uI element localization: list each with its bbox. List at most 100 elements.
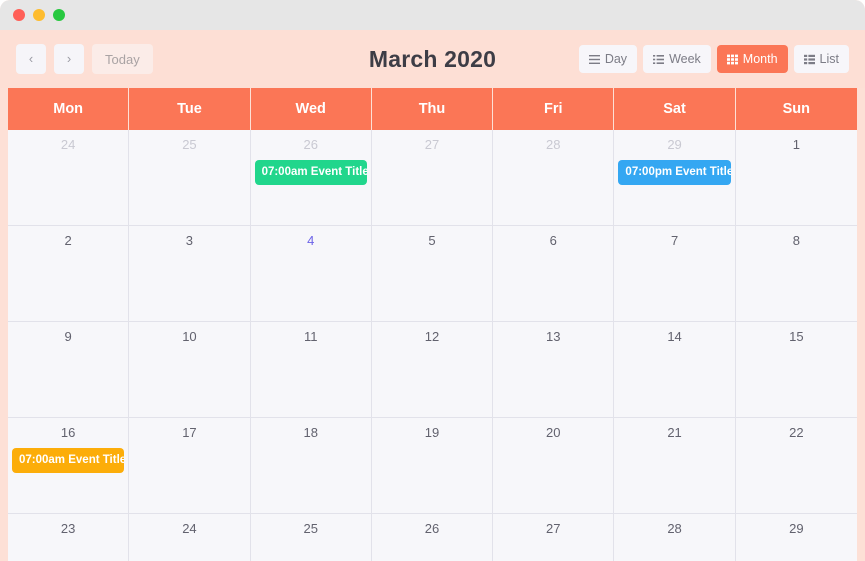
grid-icon xyxy=(726,54,738,65)
next-month-button[interactable]: › xyxy=(54,44,84,74)
weekday-header-wed: Wed xyxy=(250,88,372,130)
view-button-week[interactable]: Week xyxy=(643,45,711,73)
day-number: 27 xyxy=(546,521,561,536)
day-cell[interactable]: 26 07:00am Event Title F xyxy=(250,130,372,226)
app-window: ‹ › Today March 2020 Day Week Month List… xyxy=(0,0,865,561)
day-cell[interactable]: 12 xyxy=(371,322,494,418)
view-button-list-label: List xyxy=(819,52,839,66)
day-number: 4 xyxy=(307,233,315,248)
prev-month-button[interactable]: ‹ xyxy=(16,44,46,74)
day-cell[interactable]: 4 xyxy=(250,226,372,322)
day-cell[interactable]: 24 xyxy=(129,514,251,561)
day-number: 1 xyxy=(792,137,800,152)
day-cell[interactable]: 9 xyxy=(8,322,130,418)
day-cell[interactable]: 18 xyxy=(250,418,372,514)
view-button-week-label: Week xyxy=(669,52,701,66)
calendar-event[interactable]: 07:00am Event Title F xyxy=(254,160,367,185)
day-number: 28 xyxy=(546,137,561,152)
day-number: 22 xyxy=(789,425,804,440)
close-icon[interactable] xyxy=(13,9,25,21)
day-number: 24 xyxy=(60,137,76,152)
day-number: 21 xyxy=(667,425,682,440)
view-switcher: Day Week Month List xyxy=(578,45,849,73)
day-cell[interactable]: 8 xyxy=(735,226,857,322)
day-number: 13 xyxy=(546,329,561,344)
list-bullet-icon xyxy=(653,54,665,65)
day-cell[interactable]: 16 07:00am Event Title 2 xyxy=(8,418,130,514)
view-button-day-label: Day xyxy=(604,52,628,66)
day-cell[interactable]: 7 xyxy=(614,226,736,322)
day-number: 27 xyxy=(424,137,440,152)
day-cell[interactable]: 11 xyxy=(250,322,372,418)
calendar-event[interactable]: 07:00am Event Title 2 xyxy=(12,448,125,473)
day-number: 19 xyxy=(424,425,440,440)
day-cell[interactable]: 24 xyxy=(8,130,130,226)
day-cell[interactable]: 10 xyxy=(129,322,251,418)
maximize-icon[interactable] xyxy=(53,9,65,21)
calendar-event[interactable]: 07:00pm Event Title F xyxy=(618,160,731,185)
day-number: 14 xyxy=(667,329,682,344)
weekday-header-thu: Thu xyxy=(371,88,494,130)
table-icon xyxy=(803,54,815,65)
day-cell[interactable]: 15 xyxy=(735,322,857,418)
weekday-header-sat: Sat xyxy=(614,88,736,130)
day-number: 2 xyxy=(64,233,72,248)
day-cell[interactable]: 23 xyxy=(8,514,130,561)
day-number: 20 xyxy=(546,425,561,440)
navigation-group: ‹ › Today xyxy=(16,44,153,74)
day-cell[interactable]: 26 xyxy=(371,514,494,561)
day-number: 12 xyxy=(424,329,440,344)
day-number: 3 xyxy=(185,233,194,248)
day-number: 28 xyxy=(667,521,682,536)
view-button-month[interactable]: Month xyxy=(716,45,788,73)
day-cell[interactable]: 19 xyxy=(371,418,494,514)
day-cell[interactable]: 28 xyxy=(493,130,615,226)
day-cell[interactable]: 14 xyxy=(614,322,736,418)
today-button[interactable]: Today xyxy=(92,44,153,74)
day-number: 16 xyxy=(60,425,76,440)
weekday-header-sun: Sun xyxy=(735,88,857,130)
day-number: 9 xyxy=(64,329,72,344)
day-cell[interactable]: 22 xyxy=(735,418,857,514)
day-cell[interactable]: 29 xyxy=(735,514,857,561)
day-cell[interactable]: 27 xyxy=(493,514,615,561)
day-number: 10 xyxy=(182,329,197,344)
day-cell[interactable]: 28 xyxy=(614,514,736,561)
day-number: 17 xyxy=(182,425,197,440)
minimize-icon[interactable] xyxy=(33,9,45,21)
day-cell[interactable]: 6 xyxy=(493,226,615,322)
day-cell[interactable]: 21 xyxy=(614,418,736,514)
day-number: 18 xyxy=(303,425,318,440)
view-button-list[interactable]: List xyxy=(793,45,849,73)
weekday-header-mon: Mon xyxy=(8,88,130,130)
view-button-day[interactable]: Day xyxy=(578,45,638,73)
day-number: 5 xyxy=(428,233,436,248)
day-cell[interactable]: 20 xyxy=(493,418,615,514)
calendar-toolbar: ‹ › Today March 2020 Day Week Month List xyxy=(0,30,865,88)
day-cell[interactable]: 2 xyxy=(8,226,130,322)
day-number: 25 xyxy=(182,137,197,152)
title-bar xyxy=(0,0,865,30)
day-cell[interactable]: 25 xyxy=(250,514,372,561)
day-number: 24 xyxy=(182,521,197,536)
day-number: 25 xyxy=(303,521,318,536)
day-cell[interactable]: 5 xyxy=(371,226,494,322)
day-number: 8 xyxy=(792,233,800,248)
month-grid: 24252607:00am Event Title F27282907:00pm… xyxy=(8,130,857,561)
day-cell[interactable]: 29 07:00pm Event Title F xyxy=(614,130,736,226)
day-number: 15 xyxy=(789,329,804,344)
day-cell[interactable]: 1 xyxy=(735,130,857,226)
day-cell[interactable]: 3 xyxy=(129,226,251,322)
day-number: 6 xyxy=(549,233,557,248)
day-cell[interactable]: 13 xyxy=(493,322,615,418)
day-number: 29 xyxy=(667,137,682,152)
day-cell[interactable]: 17 xyxy=(129,418,251,514)
weekday-header-row: Mon Tue Wed Thu Fri Sat Sun xyxy=(8,88,857,130)
day-number: 26 xyxy=(424,521,440,536)
day-number: 26 xyxy=(303,137,318,152)
weekday-header-fri: Fri xyxy=(493,88,615,130)
day-cell[interactable]: 27 xyxy=(371,130,494,226)
day-number: 23 xyxy=(60,521,76,536)
day-cell[interactable]: 25 xyxy=(129,130,251,226)
day-number: 29 xyxy=(789,521,804,536)
